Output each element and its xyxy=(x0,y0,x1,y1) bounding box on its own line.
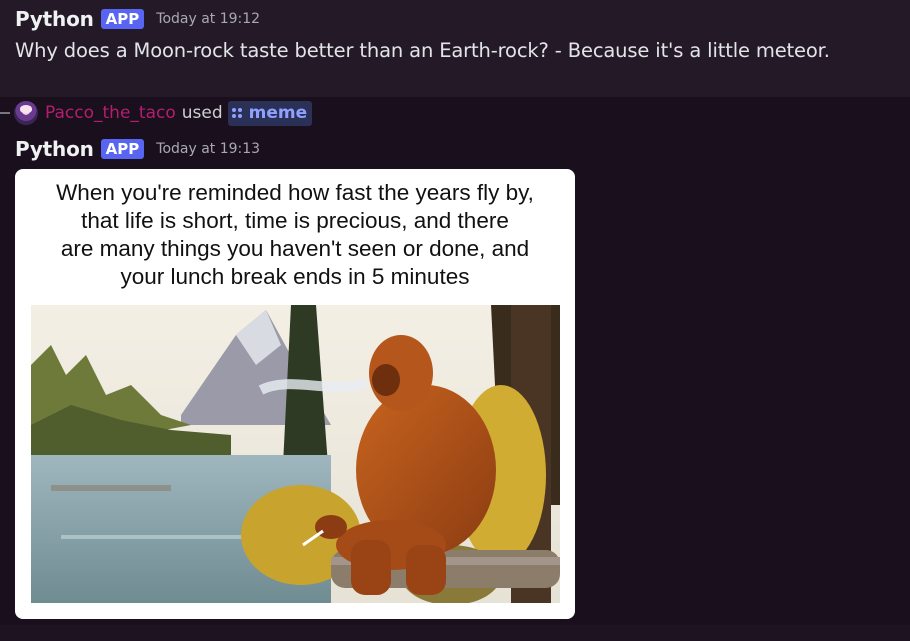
user-avatar[interactable] xyxy=(14,101,38,125)
timestamp[interactable]: Today at 19:12 xyxy=(156,11,260,27)
meme-image-attachment[interactable]: When you're reminded how fast the years … xyxy=(15,169,575,619)
author-name[interactable]: Python xyxy=(15,137,94,161)
timestamp[interactable]: Today at 19:13 xyxy=(156,141,260,157)
app-command-icon xyxy=(231,108,242,118)
message-1-header: Python APP Today at 19:12 xyxy=(15,6,260,32)
command-name: meme xyxy=(248,103,308,123)
command-chip[interactable]: meme xyxy=(227,100,313,126)
app-badge: APP xyxy=(100,9,145,29)
meme-caption: When you're reminded how fast the years … xyxy=(56,180,534,289)
message-1: Python APP Today at 19:12 Why does a Moo… xyxy=(0,0,910,97)
chat-bottom-edge xyxy=(0,625,910,641)
invoker-username[interactable]: Pacco_the_taco xyxy=(45,103,176,123)
author-name[interactable]: Python xyxy=(15,7,94,31)
reply-spine xyxy=(0,112,10,114)
message-2-header: Python APP Today at 19:13 xyxy=(15,136,260,162)
message-text: Why does a Moon-rock taste better than a… xyxy=(15,39,830,62)
used-label: used xyxy=(181,103,223,123)
bigfoot-painting-image xyxy=(31,305,560,603)
command-invocation: Pacco_the_taco used meme xyxy=(14,100,313,126)
app-badge: APP xyxy=(100,139,145,159)
